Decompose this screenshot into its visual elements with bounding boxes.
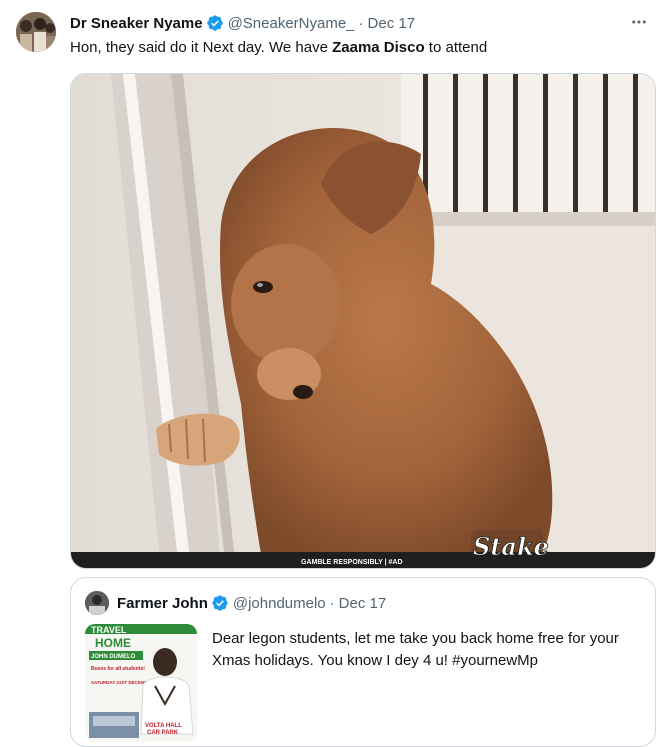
author-handle[interactable]: @SneakerNyame_	[228, 15, 355, 32]
tweet-text-bold[interactable]: Zaama Disco	[332, 39, 425, 56]
tweet-text-part2: to attend	[424, 39, 488, 56]
gamble-banner-text: GAMBLE RESPONSIBLY | #AD	[301, 559, 403, 566]
quoted-tweet-text: Dear legon students, let me take you bac…	[212, 630, 619, 669]
quoted-author-name[interactable]: Farmer John	[117, 595, 208, 612]
author-name[interactable]: Dr Sneaker Nyame	[70, 15, 203, 32]
verified-badge-icon[interactable]	[206, 14, 224, 32]
flyer-title-2: HOME	[95, 636, 131, 650]
stake-logo-icon: Stake	[471, 530, 549, 561]
more-options-icon[interactable]	[628, 12, 650, 32]
quoted-tweet-header: Farmer John @johndumelo · Dec 17	[117, 592, 386, 614]
separator-dot: ·	[329, 594, 335, 612]
flyer-title-1: TRAVEL	[91, 625, 127, 635]
quoted-tweet-date[interactable]: Dec 17	[339, 595, 387, 612]
flyer-tag: Buses for all students!	[91, 666, 145, 672]
tweet-text-part1: Hon, they said do it Next day. We have	[70, 39, 333, 56]
flyer-location-1: VOLTA HALL	[145, 723, 182, 729]
tweet-header: Dr Sneaker Nyame @SneakerNyame_ · Dec 17	[70, 12, 415, 34]
quoted-tweet-thumbnail[interactable]: TRAVEL HOME JOHN DUMELO Buses for all st…	[85, 624, 197, 742]
flyer-location-2: CAR PARK	[147, 730, 179, 736]
quoted-author-avatar[interactable]	[85, 591, 109, 615]
quoted-tweet[interactable]: Farmer John @johndumelo · Dec 17 TRAVEL …	[70, 577, 656, 747]
tweet-text: Hon, they said do it Next day. We have Z…	[70, 38, 487, 58]
quoted-author-handle[interactable]: @johndumelo	[233, 595, 326, 612]
tweet-card[interactable]: Dr Sneaker Nyame @SneakerNyame_ · Dec 17…	[0, 0, 666, 747]
author-avatar[interactable]	[16, 12, 56, 52]
stake-logo-text: Stake	[473, 532, 549, 561]
separator-dot: ·	[358, 14, 364, 32]
verified-badge-icon[interactable]	[211, 594, 229, 612]
tweet-date[interactable]: Dec 17	[368, 15, 416, 32]
tweet-media-image[interactable]: GAMBLE RESPONSIBLY | #AD Stake	[70, 73, 656, 569]
flyer-name-banner: JOHN DUMELO	[91, 654, 136, 660]
